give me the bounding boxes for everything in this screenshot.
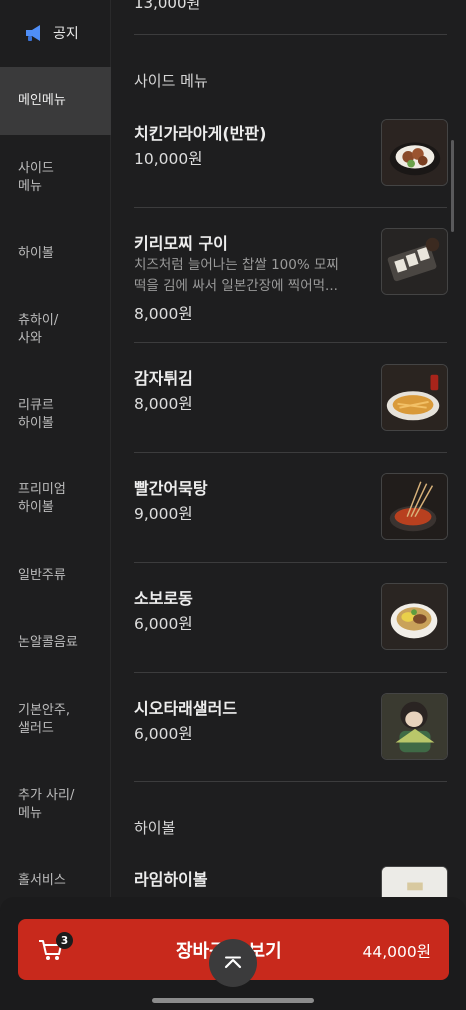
sidebar-item-liqueur-highball[interactable]: 리큐르 하이볼 [0,397,111,433]
chevron-up-icon [224,956,242,969]
cart-total: 44,000원 [362,943,432,961]
sidebar-item-chuhai-sour[interactable]: 츄하이/ 사와 [0,312,111,348]
sidebar-item-label: 메인메뉴 [18,93,66,108]
notice-label: 공지 [53,26,79,42]
sidebar-item-main-menu[interactable]: 메인메뉴 [0,67,111,135]
sidebar-item-highball[interactable]: 하이볼 [0,245,111,263]
sidebar-item-label: 기본안주, 샐러드 [18,703,70,736]
sidebar-item-label: 츄하이/ 사와 [18,313,59,346]
scroll-to-top-button[interactable] [209,939,257,987]
sidebar-item-label: 홀서비스 [18,873,66,888]
sidebar-item-general-liquor[interactable]: 일반주류 [0,567,111,585]
item-photo [381,473,448,540]
item-price: 9,000원 [134,505,193,523]
sidebar-item-side-menu[interactable]: 사이드 메뉴 [0,160,111,196]
sidebar-item-label: 논알콜음료 [18,635,78,650]
item-name: 빨간어묵탕 [134,479,208,498]
item-price: 8,000원 [134,395,193,413]
item-name: 소보로동 [134,589,193,608]
sidebar-item-premium-highball[interactable]: 프리미엄 하이볼 [0,481,111,517]
sidebar-item-hall-service[interactable]: 홀서비스 [0,872,111,890]
divider [134,562,447,563]
item-name: 라임하이볼 [134,870,208,889]
divider [134,781,447,782]
sidebar-item-label: 프리미엄 하이볼 [18,482,66,515]
divider [134,452,447,453]
item-photo [381,364,448,431]
divider [134,672,447,673]
divider [134,34,447,35]
item-price: 8,000원 [134,305,193,323]
item-photo [381,119,448,186]
cart-count-badge: 3 [56,932,73,949]
item-description: 치즈처럼 늘어나는 찹쌀 100% 모찌 떡을 김에 싸서 일본간장에 찍어먹.… [134,257,339,294]
sidebar-item-label: 일반주류 [18,568,66,583]
item-name: 감자튀김 [134,369,193,388]
item-price: 10,000원 [134,150,203,168]
section-title-highball: 하이볼 [134,819,176,837]
sidebar-item-label: 추가 사리/ 메뉴 [18,788,75,821]
item-name: 치킨가라아게(반판) [134,124,267,143]
sidebar-item-label: 하이볼 [18,246,54,261]
megaphone-icon [26,25,40,41]
sidebar-item-label: 사이드 메뉴 [18,161,54,194]
item-name: 키리모찌 구이 [134,234,228,253]
item-photo [381,693,448,760]
divider [134,207,447,208]
divider [134,342,447,343]
item-name: 시오타래샐러드 [134,699,238,718]
sidebar-item-basic-snacks[interactable]: 기본안주, 샐러드 [0,702,111,738]
item-photo [381,228,448,295]
item-price: 6,000원 [134,725,193,743]
sidebar-item-non-alcoholic[interactable]: 논알콜음료 [0,634,111,652]
category-sidebar: 공지 메인메뉴 사이드 메뉴 하이볼 츄하이/ 사와 리큐르 하이볼 프리미엄 … [0,0,111,1010]
item-photo [381,583,448,650]
item-price: 13,000원 [134,0,201,12]
notice-button[interactable]: 공지 [0,0,111,66]
section-title-side-menu: 사이드 메뉴 [134,72,208,90]
scrollbar[interactable] [451,140,454,232]
menu-list[interactable]: 13,000원 사이드 메뉴 치킨가라아게(반판) 10,000원 키리모찌 구… [111,0,466,1010]
sidebar-item-label: 리큐르 하이볼 [18,398,54,431]
sidebar-item-extra-menu[interactable]: 추가 사리/ 메뉴 [0,787,111,823]
item-price: 6,000원 [134,615,193,633]
home-indicator[interactable] [152,998,314,1003]
